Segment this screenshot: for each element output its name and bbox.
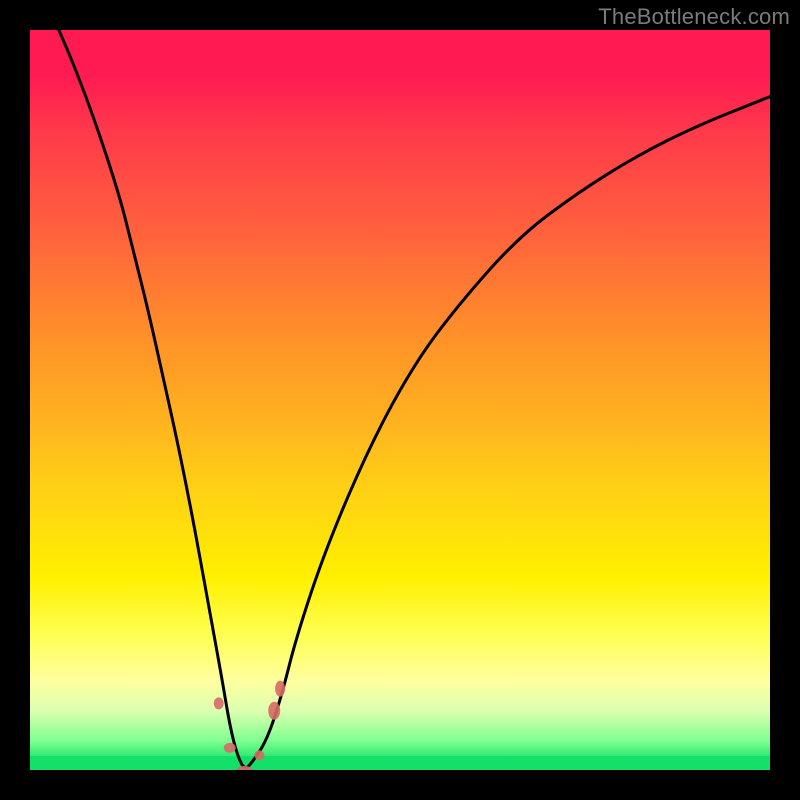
watermark-text: TheBottleneck.com	[598, 4, 790, 30]
curve-marker	[268, 702, 280, 720]
curve-svg	[30, 30, 770, 770]
curve-marker	[214, 697, 224, 709]
curve-marker	[224, 743, 236, 753]
curve-marker	[237, 766, 253, 770]
plot-area	[30, 30, 770, 770]
curve-marker	[275, 681, 285, 697]
bottleneck-curve	[30, 30, 770, 768]
curve-marker	[254, 750, 264, 760]
chart-stage: TheBottleneck.com	[0, 0, 800, 800]
